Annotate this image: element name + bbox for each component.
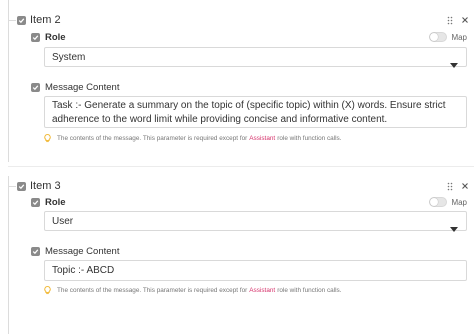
message-content-checkbox-icon[interactable] <box>31 246 40 256</box>
map-switch[interactable] <box>429 32 448 42</box>
map-switch[interactable] <box>429 197 448 207</box>
map-label: Map <box>451 197 467 207</box>
tree-guide <box>8 20 16 21</box>
role-checkbox-icon[interactable] <box>31 32 40 42</box>
assistant-tag: Assistant <box>249 287 276 294</box>
role-select[interactable]: System <box>44 47 467 68</box>
hint-text: The contents of the message. This parame… <box>57 135 248 142</box>
tree-guide <box>8 176 9 334</box>
close-icon[interactable] <box>461 16 469 24</box>
item-title: Item 3 <box>30 180 61 192</box>
lightbulb-icon <box>44 134 51 143</box>
map-label: Map <box>451 32 467 42</box>
message-content-field-label: Message Content <box>31 80 119 94</box>
chevron-down-icon <box>450 219 458 237</box>
map-toggle[interactable]: Map <box>429 196 467 208</box>
item-header: Item 3 <box>17 178 469 194</box>
message-content-label: Message Content <box>45 245 120 257</box>
hint-text-end: role with function calls. <box>277 287 342 294</box>
tree-guide <box>8 0 9 162</box>
chevron-down-icon <box>450 55 458 73</box>
role-select-value: System <box>52 51 86 63</box>
message-content-input[interactable]: Task :- Generate a summary on the topic … <box>44 96 467 128</box>
collapse-checkbox-icon[interactable] <box>17 181 26 191</box>
item-title: Item 2 <box>30 14 61 26</box>
assistant-tag: Assistant <box>249 135 276 142</box>
role-field-label: Role <box>31 195 66 209</box>
role-select[interactable]: User <box>44 211 467 232</box>
role-field-label: Role <box>31 30 66 44</box>
message-content-hint: The contents of the message. This parame… <box>44 133 342 144</box>
role-label: Role <box>45 31 66 43</box>
item-divider <box>8 166 474 167</box>
drag-handle-icon[interactable] <box>447 182 453 191</box>
map-toggle[interactable]: Map <box>429 31 467 43</box>
close-icon[interactable] <box>461 182 469 190</box>
role-label: Role <box>45 196 66 208</box>
collapse-checkbox-icon[interactable] <box>17 15 26 25</box>
role-checkbox-icon[interactable] <box>31 197 40 207</box>
item-header: Item 2 <box>17 12 469 28</box>
hint-text-end: role with function calls. <box>277 135 342 142</box>
lightbulb-icon <box>44 286 51 295</box>
message-content-hint: The contents of the message. This parame… <box>44 285 342 296</box>
message-list: Item 2 Role Map System Message Content T… <box>0 0 474 334</box>
tree-guide <box>8 186 16 187</box>
drag-handle-icon[interactable] <box>447 16 453 25</box>
role-select-value: User <box>52 215 74 227</box>
message-content-label: Message Content <box>45 81 120 93</box>
message-content-checkbox-icon[interactable] <box>31 82 40 92</box>
message-content-input[interactable]: Topic :- ABCD <box>44 260 467 281</box>
hint-text: The contents of the message. This parame… <box>57 287 248 294</box>
message-content-field-label: Message Content <box>31 244 119 258</box>
